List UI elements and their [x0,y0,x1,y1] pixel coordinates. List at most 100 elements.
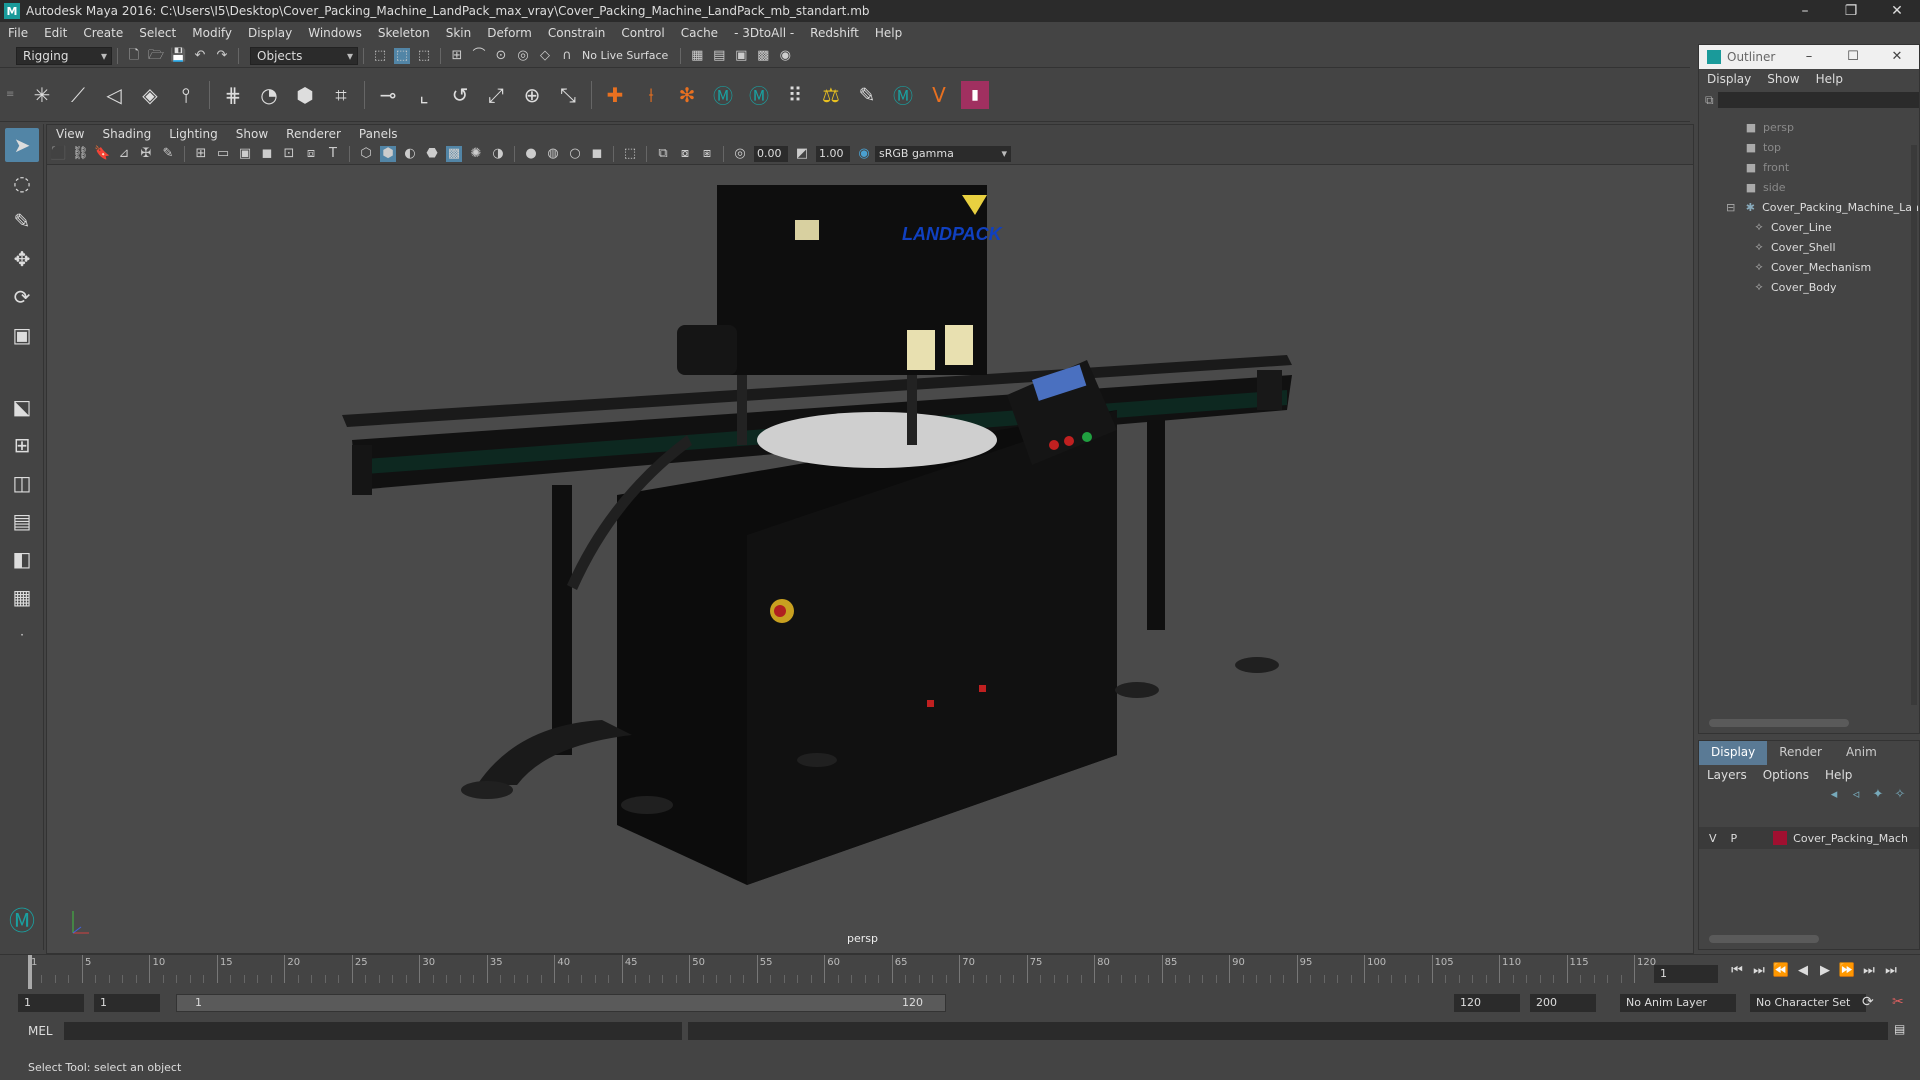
exposure-field[interactable]: 0.00 [754,145,788,162]
collapse-icon[interactable]: ⊟ [1723,201,1739,214]
new-layer-icon[interactable]: ✦ [1870,787,1886,803]
snap-point-icon[interactable]: ⊙ [493,48,509,64]
cluster-icon[interactable]: ⌗ [327,81,355,109]
outliner-item-group[interactable]: ⊟ ✱ Cover_Packing_Machine_Lan [1699,197,1919,217]
auto-key-icon[interactable]: ⟳ [1862,994,1874,1010]
maya-script-b-icon[interactable]: Ⓜ [745,81,773,109]
xray-icon[interactable]: ⧉ [655,146,671,162]
rotate-tool-icon[interactable]: ⟳ [5,280,39,314]
locator-icon[interactable]: ✚ [601,81,629,109]
snap-curve-icon[interactable]: ⌒ [471,48,487,64]
use-all-lights-icon[interactable]: ✺ [468,146,484,162]
menu-windows[interactable]: Windows [300,26,370,40]
step-forward-frame-icon[interactable]: ⏩ [1836,963,1858,978]
view-transform-icon[interactable]: ✠ [138,146,154,162]
outliner-item-persp[interactable]: ■ persp [1699,117,1919,137]
insert-joint-icon[interactable]: ◈ [136,81,164,109]
menu-redshift[interactable]: Redshift [802,26,867,40]
redo-icon[interactable]: ↷ [214,48,230,64]
snap-surface-icon[interactable]: ◇ [537,48,553,64]
menu-file[interactable]: File [0,26,36,40]
magnet-icon[interactable]: ∩ [559,48,575,64]
new-scene-icon[interactable]: 🗋 [126,48,142,64]
playback-end-field[interactable]: 120 [1454,994,1520,1012]
attribute-icon[interactable]: ⠿ [781,81,809,109]
paint-weights-icon[interactable]: ◔ [255,81,283,109]
wireframe-icon[interactable]: ⬡ [358,146,374,162]
default-material-icon[interactable]: ◐ [402,146,418,162]
outliner-item-cover-mechanism[interactable]: ⟡ Cover_Mechanism [1699,257,1919,277]
menu-select[interactable]: Select [131,26,184,40]
single-view-icon[interactable]: ⬕ [5,390,39,424]
layer-color-swatch[interactable] [1773,831,1788,845]
mirror-joint-icon[interactable]: ⫯ [172,81,200,109]
isolate-select-icon[interactable]: ⬚ [622,146,638,162]
depth-of-field-icon[interactable]: ◼ [589,146,605,162]
maya-home-icon[interactable]: Ⓜ [5,902,39,937]
maya-script-a-icon[interactable]: Ⓜ [709,81,737,109]
vp-menu-shading[interactable]: Shading [93,127,160,141]
select-object-icon[interactable]: ⬚ [394,47,410,64]
joint-tool-icon[interactable]: ✳ [28,81,56,109]
move-layer-up-icon[interactable]: ◂ [1826,787,1842,803]
viewport-persp[interactable]: View Shading Lighting Show Renderer Pane… [46,124,1694,954]
menu-display[interactable]: Display [240,26,300,40]
four-view-icon[interactable]: ⊞ [5,428,39,462]
time-ticks[interactable]: 1 5 10 15 20 25 30 35 40 45 50 55 60 65 70 75 80 85 90 95 10… [28,955,1656,989]
render-frame-icon[interactable]: ▣ [733,48,749,64]
grid-icon[interactable]: ⊞ [193,146,209,162]
anim-prefs-icon[interactable]: ✂ [1892,994,1904,1010]
scale-tool-icon[interactable]: ▣ [5,318,39,352]
paint-select-icon[interactable]: ✎ [5,204,39,238]
anti-alias-icon[interactable]: ○ [567,146,583,162]
outliner-maximize-icon[interactable]: ☐ [1831,45,1875,69]
render-view-icon[interactable]: ▤ [711,48,727,64]
time-slider[interactable]: 1 5 10 15 20 25 30 35 40 45 50 55 60 65 70 75 80 85 90 95 10… [0,954,1920,989]
outliner-hscrollbar[interactable] [1709,719,1849,727]
script-editor-icon[interactable]: ▤ [1894,1022,1905,1036]
ipr-render-icon[interactable]: ▩ [755,48,771,64]
go-to-end-icon[interactable]: ⏭ [1880,963,1902,978]
lasso-tool-icon[interactable]: ◌ [5,166,39,200]
select-component-icon[interactable]: ⬚ [416,48,432,64]
objects-dropdown[interactable]: Objects [250,46,358,65]
ik-handle-icon[interactable]: ⟋ [64,81,92,109]
layer-menu-options[interactable]: Options [1755,768,1817,782]
menu-constrain[interactable]: Constrain [540,26,614,40]
camera-lock-icon[interactable]: ⛓ [72,146,89,162]
layer-playback-toggle[interactable]: P [1731,832,1738,845]
step-forward-key-icon[interactable]: ⏭ [1858,963,1880,978]
maya-script-c-icon[interactable]: Ⓜ [889,81,917,109]
vp-menu-renderer[interactable]: Renderer [277,127,350,141]
wireframe-on-shaded-icon[interactable]: ⬣ [424,146,440,162]
gamma-field[interactable]: 1.00 [816,145,850,162]
pole-vector-icon[interactable]: ⤡ [554,81,582,109]
lattice-icon[interactable]: ⬢ [291,81,319,109]
hypershade-layout-icon[interactable]: ▦ [5,580,39,614]
minimize-icon[interactable]: – [1782,0,1828,22]
anim-layer-dropdown[interactable]: No Anim Layer [1620,994,1736,1012]
shelf-menu-icon[interactable]: ≡ [6,89,24,100]
menu-deform[interactable]: Deform [479,26,540,40]
aim-constraint-icon[interactable]: ⊕ [518,81,546,109]
new-layer-selected-icon[interactable]: ✧ [1892,787,1908,803]
scene-packing-machine[interactable]: LANDPACK [47,165,1693,953]
select-tool-icon[interactable]: ➤ [5,128,39,162]
layer-hscrollbar[interactable] [1709,935,1819,943]
gate-mask-icon[interactable]: ◼ [259,146,275,162]
outliner-item-cover-shell[interactable]: ⟡ Cover_Shell [1699,237,1919,257]
scale-constraint-icon[interactable]: ⤢ [482,81,510,109]
point-constraint-icon[interactable]: ⌞ [410,81,438,109]
tab-display[interactable]: Display [1699,741,1768,765]
hypershade-icon[interactable]: ◉ [777,48,793,64]
layer-name[interactable]: Cover_Packing_Machir [1793,832,1909,845]
snap-view-icon[interactable]: ◎ [515,48,531,64]
bookmark-icon[interactable]: 🔖 [94,146,110,162]
smooth-bind-icon[interactable]: ⋕ [219,81,247,109]
smooth-shade-icon[interactable]: ⬢ [380,145,396,162]
outliner-item-front[interactable]: ■ front [1699,157,1919,177]
image-plane-icon[interactable]: ⊿ [116,146,132,162]
ik-spline-icon[interactable]: ◁ [100,81,128,109]
safe-action-icon[interactable]: ⧈ [303,146,319,162]
camera-select-icon[interactable]: ⬛ [50,146,66,162]
